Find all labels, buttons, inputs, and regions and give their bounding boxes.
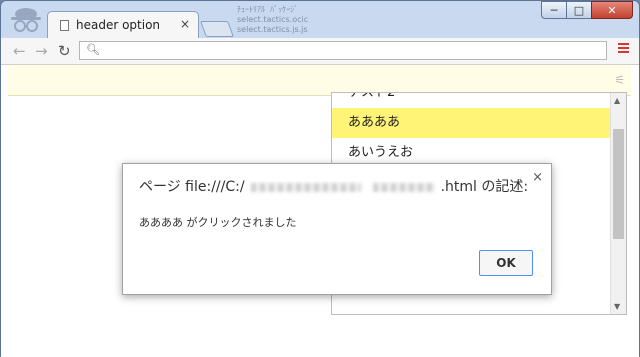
tab-close-icon[interactable]: × (180, 17, 190, 31)
window-controls: ─ □ ✕ (541, 1, 633, 21)
title-bar: header option × ﾁｭｰﾄﾘｱﾙ ﾊﾟｯｹｰｼﾞ select.t… (1, 1, 639, 39)
ok-button[interactable]: OK (479, 250, 533, 276)
scroll-thumb[interactable] (613, 129, 624, 239)
new-tab-button[interactable] (200, 21, 234, 37)
alert-dialog: ページ file:///C:/ .html の記述: × ああああ がクリックされ… (122, 163, 552, 295)
forward-button[interactable]: → (35, 42, 48, 60)
scroll-up-icon[interactable]: ▲ (614, 96, 620, 105)
close-window-button[interactable]: ✕ (591, 1, 633, 19)
scroll-down-icon[interactable]: ▼ (614, 302, 620, 311)
redacted-filename (372, 182, 435, 192)
extension-icon[interactable]: ⚟ (614, 73, 625, 87)
dialog-title-prefix: ページ file:///C:/ (139, 179, 245, 195)
back-button[interactable]: ← (13, 42, 26, 60)
address-bar[interactable]: 🔍︎ (79, 41, 607, 60)
browser-window: header option × ﾁｭｰﾄﾘｱﾙ ﾊﾟｯｹｰｼﾞ select.t… (0, 0, 640, 357)
tab-header-option[interactable]: header option × (47, 11, 199, 39)
minimize-button[interactable]: ─ (541, 1, 567, 19)
reload-button[interactable]: ↻ (58, 42, 71, 60)
dialog-message: ああああ がクリックされました (139, 216, 297, 229)
background-window-text: ﾁｭｰﾄﾘｱﾙ ﾊﾟｯｹｰｼﾞ select.tactics.ocic sele… (237, 5, 309, 34)
dialog-title: ページ file:///C:/ .html の記述: (139, 176, 528, 196)
redacted-path (250, 182, 361, 192)
list-scrollbar[interactable]: ▲ ▼ (610, 93, 626, 314)
tab-title: header option (76, 18, 161, 32)
browser-toolbar: ← → ↻ 🔍︎ (1, 38, 639, 65)
list-item[interactable]: テスト2 (332, 93, 626, 108)
dialog-title-suffix: .html の記述: (440, 179, 529, 195)
search-icon: 🔍︎ (86, 43, 100, 56)
doc-icon (60, 20, 69, 31)
maximize-button[interactable]: □ (566, 1, 592, 19)
dialog-close-icon[interactable]: × (532, 170, 543, 185)
incognito-icon (11, 8, 41, 32)
menu-icon[interactable] (618, 43, 629, 55)
list-item-highlighted[interactable]: ああああ (332, 108, 626, 138)
